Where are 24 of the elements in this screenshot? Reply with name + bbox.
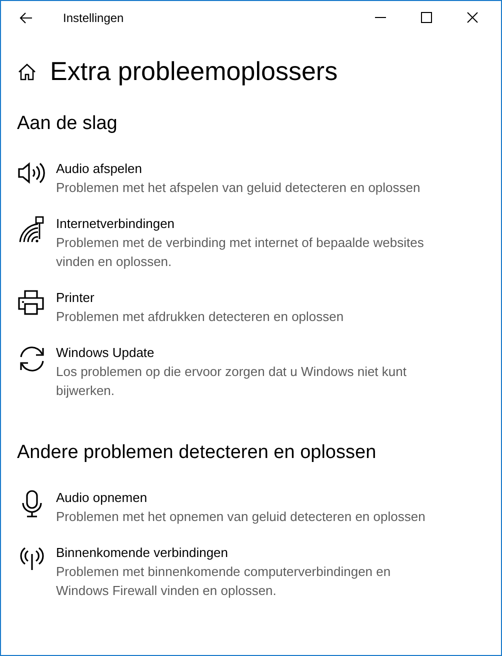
section-heading: Andere problemen detecteren en oplossen — [17, 442, 378, 464]
troubleshooter-title[interactable]: Audio opnemen — [56, 488, 426, 507]
speaker-icon — [17, 161, 47, 185]
page-title: Extra probleemoplossers — [50, 56, 338, 87]
troubleshooter-description: Problemen met het afspelen van geluid detecteren en oplossen — [56, 179, 420, 197]
close-icon[interactable] — [467, 12, 478, 23]
troubleshooter-description: Los problemen op die ervoor zorgen dat u Windows niet kunt bijwerken. — [56, 363, 408, 400]
troubleshooter-title[interactable]: Binnenkomende verbindingen — [56, 543, 428, 562]
home-icon[interactable] — [18, 62, 36, 80]
maximize-icon[interactable] — [421, 12, 432, 23]
antenna-icon — [17, 545, 47, 571]
troubleshooter-title[interactable]: Windows Update — [56, 343, 428, 362]
troubleshooter-title[interactable]: Audio afspelen — [56, 159, 420, 178]
troubleshooter-description: Problemen met de verbinding met internet of bepaalde websites vinden en oplossen. — [56, 234, 425, 271]
troubleshooter-title[interactable]: Internetverbindingen — [56, 214, 428, 233]
back-icon[interactable] — [19, 12, 33, 24]
section-heading: Aan de slag — [17, 113, 118, 135]
printer-icon — [17, 290, 47, 316]
window-title: Instellingen — [63, 10, 124, 24]
troubleshooter-title[interactable]: Printer — [56, 288, 344, 307]
troubleshooter-description: Problemen met afdrukken detecteren en oplossen — [56, 308, 344, 326]
troubleshooter-description: Problemen met binnenkomende computerverbindingen en Windows Firewall vinden en oplossen. — [56, 563, 392, 600]
sync-icon — [17, 345, 47, 373]
troubleshooter-description: Problemen met het opnemen van geluid detecteren en oplossen — [56, 508, 426, 526]
